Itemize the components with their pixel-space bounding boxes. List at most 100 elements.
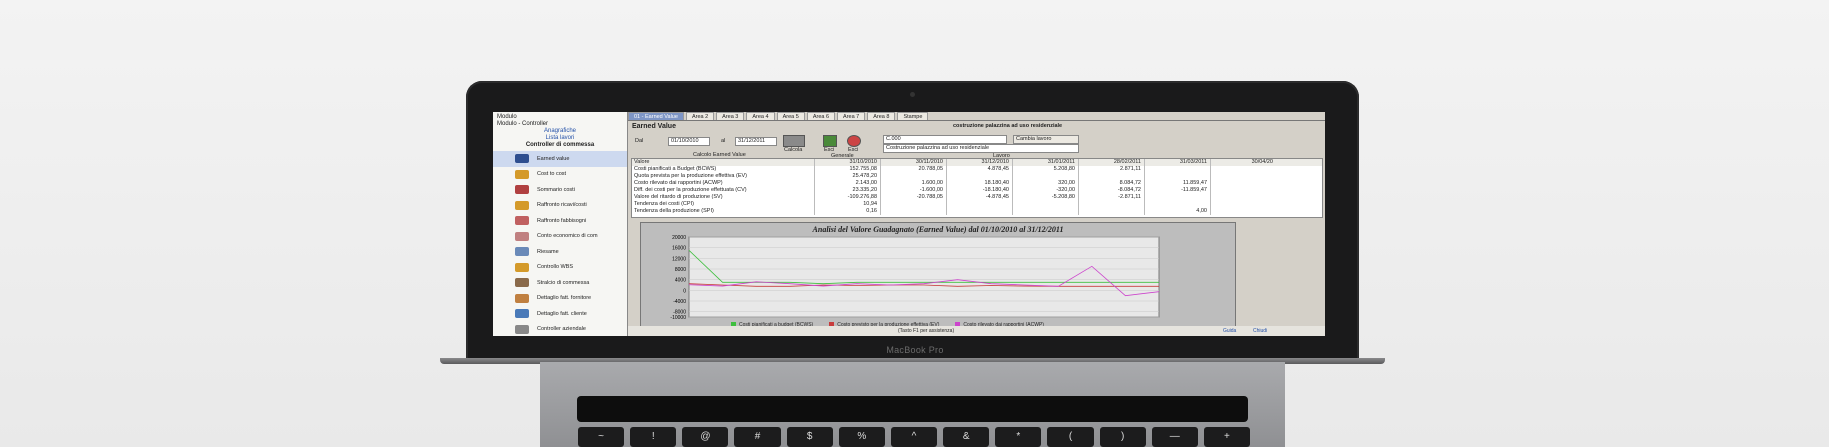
module-icon xyxy=(515,154,529,164)
table-cell: -4.878,45 xyxy=(946,194,1012,201)
table-cell: 152.755,08 xyxy=(814,166,880,173)
table-cell: -11.859,47 xyxy=(1144,187,1210,194)
al-date-field[interactable]: 31/12/2011 xyxy=(735,137,777,146)
tab[interactable]: Area 5 xyxy=(776,112,805,120)
module-icon xyxy=(515,324,529,334)
table-cell xyxy=(1210,173,1276,180)
table-cell: 2.871,11 xyxy=(1078,166,1144,173)
sidebar-item[interactable]: Sommario costi xyxy=(493,182,627,198)
excel-icon[interactable] xyxy=(823,135,837,147)
table-cell: 31/01/2011 xyxy=(1012,159,1078,166)
guide-link[interactable]: Guida xyxy=(1223,326,1236,336)
sidebar-item[interactable]: Dettaglio fatt. fornitore xyxy=(493,291,627,307)
calcola-button[interactable]: Calcola xyxy=(784,147,802,153)
sidebar-item[interactable]: Conto economico di com xyxy=(493,229,627,245)
tab[interactable]: 01 - Earned Value xyxy=(628,112,684,120)
table-cell xyxy=(1210,180,1276,187)
keyboard-key: % xyxy=(838,427,885,447)
table-cell: 31/12/2010 xyxy=(946,159,1012,166)
keyboard-key: ( xyxy=(1047,427,1094,447)
table-cell xyxy=(1210,208,1276,215)
tab[interactable]: Area 8 xyxy=(867,112,896,120)
sidebar-item-label: Dettaglio fatt. cliente xyxy=(537,310,587,317)
tab[interactable]: Area 3 xyxy=(716,112,745,120)
table-cell: Valore xyxy=(634,159,650,165)
tab[interactable]: Area 2 xyxy=(685,112,715,120)
calculator-icon[interactable] xyxy=(783,135,805,147)
sidebar-item-label: Controllo WBS xyxy=(537,264,574,271)
table-cell: 30/04/20 xyxy=(1210,159,1276,166)
page-title: Earned Value xyxy=(632,123,676,130)
sidebar-item[interactable]: Raffronto ricavi/costi xyxy=(493,198,627,214)
module-icon xyxy=(515,200,529,210)
module-icon xyxy=(515,231,529,241)
project-description-field[interactable]: Costruzione palazzina ad uso residenzial… xyxy=(883,144,1079,153)
tab[interactable]: Stampe xyxy=(897,112,929,120)
table-cell xyxy=(1144,166,1210,173)
module-icon xyxy=(515,169,529,179)
table-cell xyxy=(1210,187,1276,194)
table-cell xyxy=(1144,201,1210,208)
table-cell xyxy=(1078,173,1144,180)
dal-label: Dal xyxy=(635,138,644,144)
sidebar-item[interactable]: Cost to cost xyxy=(493,167,627,183)
keyboard-key: ! xyxy=(630,427,677,447)
sidebar: Modulo Modulo - Controller Anagrafiche L… xyxy=(493,112,628,336)
table-row: Tendenza della produzione (SPI) 0,16 4,00 xyxy=(632,208,1322,215)
sidebar-item-label: Conto economico di com xyxy=(537,233,598,240)
table-cell: 0,16 xyxy=(814,208,880,215)
sidebar-item-label: Dettaglio fatt. fornitore xyxy=(537,295,592,302)
table-cell: 31/10/2010 xyxy=(814,159,880,166)
tab[interactable]: Area 4 xyxy=(746,112,775,120)
table-cell: 1.600,00 xyxy=(880,180,946,187)
table-cell: 10,94 xyxy=(814,201,880,208)
status-bar: (Tasto F1 per assistenza) Guida Chiudi xyxy=(628,326,1325,336)
change-job-button[interactable]: Cambia lavoro xyxy=(1013,135,1079,144)
sidebar-item[interactable]: Controller aziendale xyxy=(493,322,627,337)
tab[interactable]: Area 7 xyxy=(837,112,866,120)
menu-top[interactable]: Modulo xyxy=(497,114,623,121)
sidebar-item[interactable]: Dettaglio fatt. cliente xyxy=(493,306,627,322)
earned-value-table: Valore 31/10/2010 30/11/2010 31/12/2010 31/0… xyxy=(631,158,1323,218)
keyboard-key: * xyxy=(995,427,1042,447)
table-cell xyxy=(880,201,946,208)
y-tick-label: 16000 xyxy=(672,246,686,252)
module-icon xyxy=(515,262,529,272)
table-cell: -8.084,72 xyxy=(1078,187,1144,194)
keyboard-key: @ xyxy=(682,427,729,447)
module-icon xyxy=(515,278,529,288)
table-cell xyxy=(946,208,1012,215)
y-tick-label: -4000 xyxy=(673,299,686,305)
dal-date-field[interactable]: 01/10/2010 xyxy=(668,137,710,146)
sidebar-item[interactable]: Controllo WBS xyxy=(493,260,627,276)
sidebar-item[interactable]: Raffronto fabbisogni xyxy=(493,213,627,229)
table-cell: 20.788,05 xyxy=(880,166,946,173)
laptop-brand: MacBook Pro xyxy=(886,345,944,355)
link-anagrafiche[interactable]: Anagrafiche xyxy=(497,128,623,135)
keyboard-row: ~! @ # $% ^ & *() — + xyxy=(578,427,1251,447)
sidebar-item[interactable]: Stralcio di commessa xyxy=(493,275,627,291)
close-link[interactable]: Chiudi xyxy=(1253,326,1267,336)
module-icon xyxy=(515,293,529,303)
sidebar-item-label: Stralcio di commessa xyxy=(537,279,590,286)
tab[interactable]: Area 6 xyxy=(806,112,836,120)
sidebar-item-label: Earned value xyxy=(537,155,570,162)
module-icon xyxy=(515,247,529,257)
table-cell: -20.788,05 xyxy=(880,194,946,201)
close-icon[interactable] xyxy=(847,135,861,147)
code-field[interactable]: C.000 xyxy=(883,135,1007,144)
table-cell xyxy=(1078,201,1144,208)
keyboard-key: # xyxy=(734,427,781,447)
table-cell xyxy=(880,173,946,180)
y-tick-label: 4000 xyxy=(675,278,686,284)
table-cell: -5.208,80 xyxy=(1012,194,1078,201)
keyboard-key: + xyxy=(1203,427,1251,447)
table-header-row: Valore 31/10/2010 30/11/2010 31/12/2010 31/0… xyxy=(632,159,1322,166)
link-lista-lavori[interactable]: Lista lavori xyxy=(497,135,623,142)
sidebar-item[interactable]: Earned value xyxy=(493,151,627,167)
table-row: Quota prevista per la produzione effetti… xyxy=(632,173,1322,180)
table-cell xyxy=(1144,173,1210,180)
sidebar-items: Earned value Cost to cost Sommario costi Ra… xyxy=(493,151,627,336)
table-cell: 4.878,45 xyxy=(946,166,1012,173)
sidebar-item[interactable]: Riesame xyxy=(493,244,627,260)
